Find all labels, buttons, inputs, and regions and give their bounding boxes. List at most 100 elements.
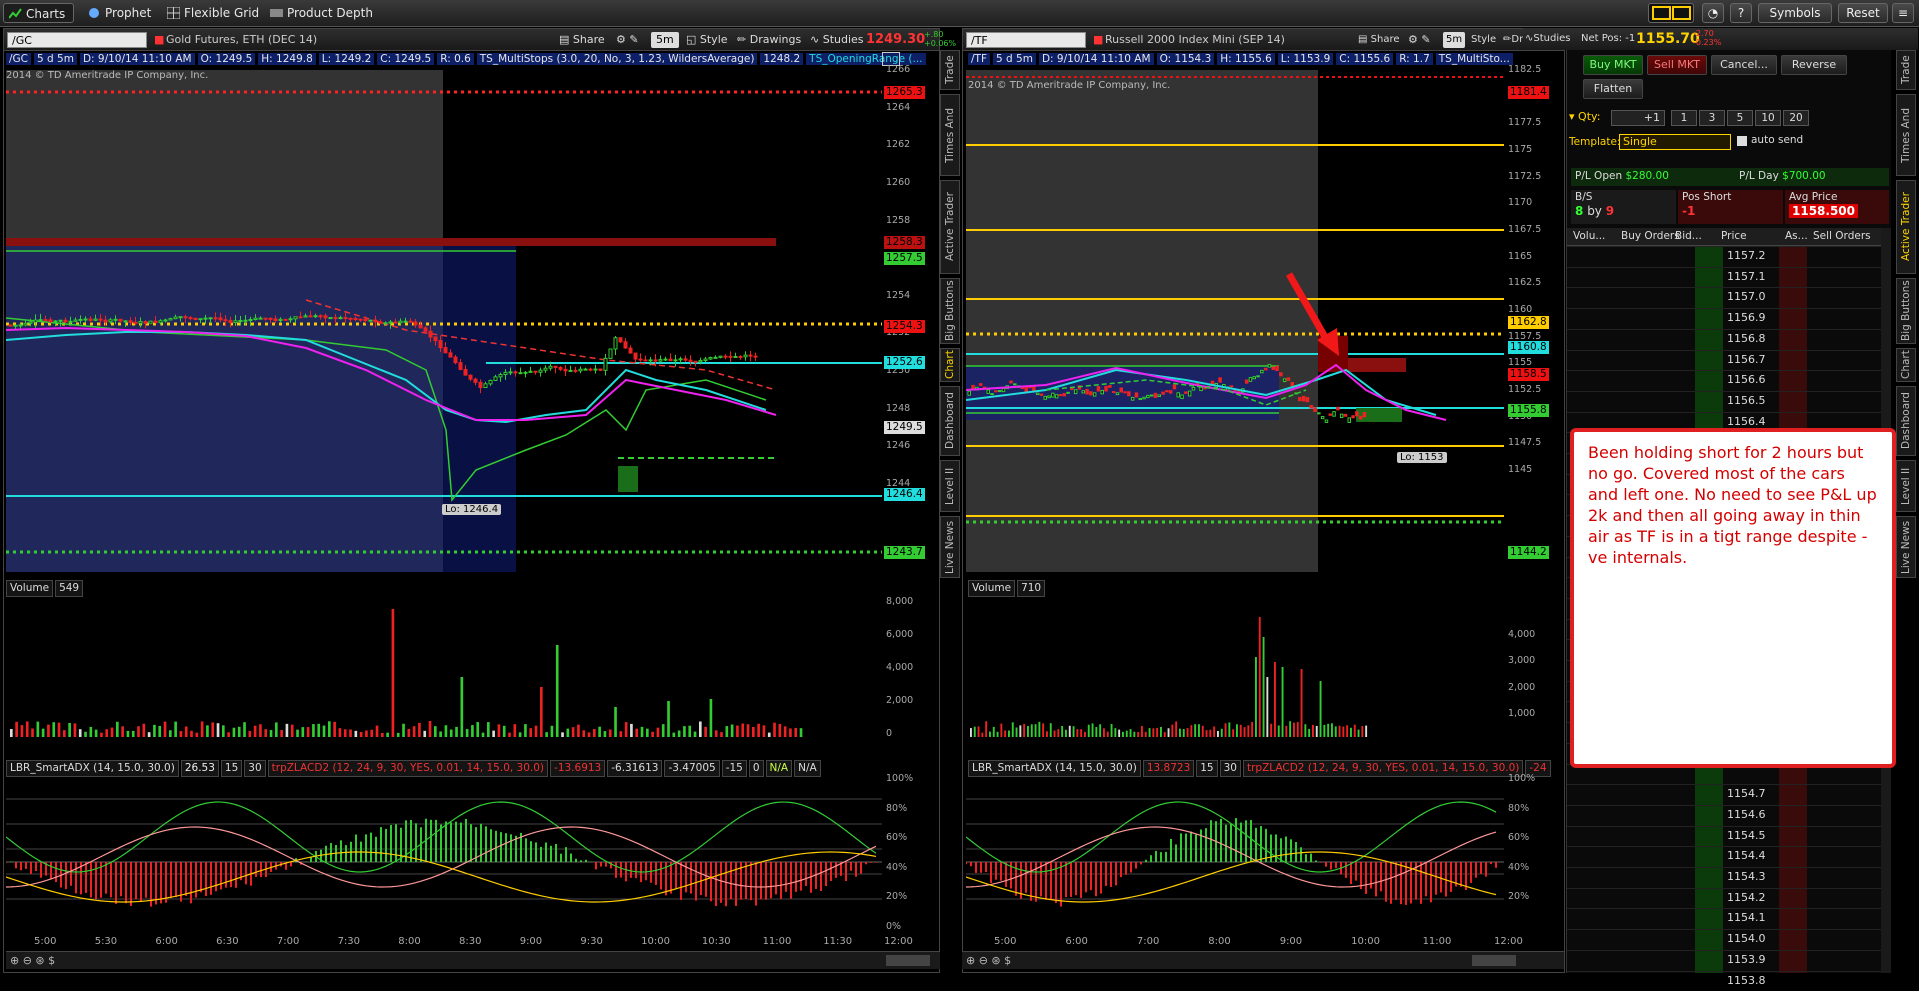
price-tag: 1265.3 [884, 86, 925, 99]
left-scrollbar[interactable] [886, 955, 930, 966]
template-select[interactable]: Single [1619, 134, 1731, 150]
drawings-button[interactable]: ✏ Drawings [737, 32, 801, 48]
symbols-button[interactable]: Symbols [1758, 3, 1832, 23]
volume-bar [1023, 723, 1026, 737]
symbol-input[interactable]: /GC [7, 32, 147, 48]
volume-bar [47, 724, 50, 737]
candle [168, 318, 173, 321]
tab-charts[interactable]: Charts [3, 3, 75, 23]
side-tab-trade[interactable]: Trade [1896, 50, 1916, 90]
buy-mkt-button[interactable]: Buy MKT [1583, 55, 1643, 75]
zoom-icons[interactable]: ⊕ ⊖ ⊛ $ [10, 954, 55, 967]
volume-bar [1000, 723, 1003, 737]
side-tab-trade[interactable]: Trade [940, 50, 960, 90]
side-tab-chart[interactable]: Chart [1896, 348, 1916, 382]
time-tick-label: 7:00 [276, 936, 300, 947]
candle [323, 315, 328, 319]
side-tab-level-ii[interactable]: Level II [1896, 460, 1916, 512]
zoom-icons-right[interactable]: ⊕ ⊖ ⊛ $ [966, 954, 1011, 967]
cancel-label: Cancel... [1720, 58, 1768, 71]
auto-send-checkbox[interactable] [1737, 136, 1747, 146]
side-tab-big-buttons[interactable]: Big Buttons [1896, 278, 1916, 344]
help-button[interactable]: ? [1730, 3, 1752, 23]
instrument-name: Gold Futures, ETH (DEC 14) [166, 33, 318, 46]
collapse-icon[interactable]: ▾ [1569, 110, 1578, 123]
volume-bar [677, 730, 681, 737]
aggregation-selector[interactable]: 5m [651, 32, 679, 48]
side-tab-times-and-sales[interactable]: Times And Sales [1896, 94, 1919, 176]
volume-bar [1201, 725, 1204, 737]
volume-bar [524, 724, 527, 737]
info-open-right: O: 1154.3 [1156, 53, 1215, 65]
right-volume-header: Volume 710 [968, 580, 1047, 597]
aggregation-selector-right[interactable]: 5m [1443, 32, 1466, 48]
candle [353, 318, 358, 321]
style-button[interactable]: ◱ Style [686, 32, 728, 48]
candle [1119, 387, 1123, 393]
last-price-right: 1155.70 [1636, 31, 1700, 47]
volume-bar [699, 721, 702, 737]
volume-bar [31, 728, 34, 737]
style-button-right[interactable]: Style [1471, 32, 1496, 48]
side-tab-active-trader[interactable]: Active Trader [1896, 180, 1916, 274]
sell-mkt-button[interactable]: Sell MKT [1647, 55, 1707, 75]
candle [483, 383, 488, 388]
tab-prophet[interactable]: Prophet [83, 3, 159, 23]
volume-bar [1190, 725, 1193, 737]
candle [453, 356, 458, 364]
flatten-button[interactable]: Flatten [1583, 79, 1643, 99]
bell-button[interactable]: ◔ [1702, 3, 1724, 23]
settings-button-right[interactable]: ⚙ ✎ [1408, 32, 1431, 48]
qty-label: Qty: [1578, 110, 1601, 123]
side-tab-live-news[interactable]: Live News [940, 516, 960, 578]
right-scrollbar[interactable] [1472, 955, 1516, 966]
candle [1127, 391, 1131, 397]
candle [723, 355, 728, 358]
tab-product-depth[interactable]: Product Depth [265, 3, 381, 23]
side-tab-dashboard[interactable]: Dashboard [1896, 386, 1916, 456]
menu-button[interactable]: ≡ [1892, 3, 1914, 23]
style-icon: ◱ [686, 33, 700, 46]
volume-bar [518, 732, 522, 737]
share-button-right[interactable]: ▤ Share [1358, 32, 1400, 48]
candle [683, 358, 688, 361]
layout-button[interactable] [1648, 3, 1694, 23]
time-tick-label: 5:00 [34, 936, 57, 947]
candle [997, 390, 1002, 393]
side-tab-level-ii[interactable]: Level II [940, 460, 960, 512]
settings-button[interactable]: ⚙ ✎ [616, 32, 639, 48]
study1-v2: 15 [220, 760, 243, 777]
qty-preset-3[interactable]: 3 [1699, 110, 1725, 126]
share-button[interactable]: ▤ Share [559, 32, 605, 48]
reverse-button[interactable]: Reverse [1781, 55, 1847, 75]
cancel-button[interactable]: Cancel... [1711, 55, 1777, 75]
reset-button[interactable]: Reset [1838, 3, 1888, 23]
qty-preset-1[interactable]: 1 [1671, 110, 1697, 126]
side-tab-dashboard[interactable]: Dashboard [940, 386, 960, 456]
volume-bar [174, 721, 177, 737]
side-tab-chart[interactable]: Chart [940, 348, 960, 382]
candle [558, 366, 563, 370]
qty-preset-20[interactable]: 20 [1783, 110, 1809, 126]
price-tick-label: 1264 [886, 101, 911, 113]
side-tab-live-news[interactable]: Live News [1896, 516, 1916, 578]
candle [458, 362, 463, 370]
qty-input[interactable]: +1 [1611, 110, 1665, 126]
tab-flexible-grid[interactable]: Flexible Grid [162, 3, 267, 23]
side-tab-active-trader[interactable]: Active Trader [940, 180, 960, 274]
qty-preset-10[interactable]: 10 [1755, 110, 1781, 126]
candle [328, 317, 333, 320]
volume-bar [1334, 726, 1337, 737]
study2-v6: N/A [765, 760, 793, 777]
studies-button-right[interactable]: ∿Studies [1525, 31, 1571, 47]
qty-preset-5[interactable]: 5 [1727, 110, 1753, 126]
share-label-right: Share [1370, 34, 1400, 45]
candle [408, 320, 413, 323]
side-tab-big-buttons[interactable]: Big Buttons [940, 278, 960, 344]
candle [238, 319, 243, 322]
side-tab-times-and-sales[interactable]: Times And Sales [940, 94, 974, 176]
studies-button[interactable]: ∿ Studies [810, 32, 864, 48]
symbol-input-right[interactable]: /TF [966, 32, 1086, 48]
volume-bar [1262, 637, 1265, 737]
style-label-right: Style [1471, 34, 1497, 45]
